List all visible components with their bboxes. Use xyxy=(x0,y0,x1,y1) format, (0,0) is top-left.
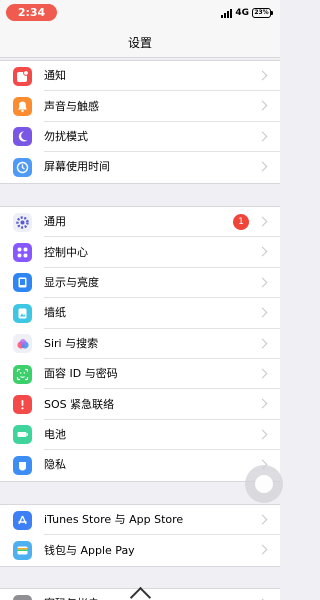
chevron-right-icon xyxy=(257,70,268,81)
app-store-icon xyxy=(13,510,32,530)
page-title: 设置 xyxy=(127,36,152,50)
row-label: iTunes Store 与 App Store xyxy=(44,513,184,527)
row-label: Siri 与搜索 xyxy=(44,336,99,350)
gear-icon xyxy=(13,212,32,232)
chevron-right-icon xyxy=(257,514,268,525)
row-label: 控制中心 xyxy=(44,245,88,259)
settings-row-screen-time[interactable]: 屏幕使用时间 xyxy=(0,152,280,182)
moon-icon xyxy=(13,127,32,147)
chevron-right-icon xyxy=(257,246,268,257)
settings-row-privacy[interactable]: 隐私 xyxy=(0,450,280,480)
row-label: 隐私 xyxy=(44,458,66,472)
row-label: 通用 xyxy=(44,215,66,229)
status-bar: 2:34 4G 23% xyxy=(0,0,280,28)
hourglass-icon xyxy=(13,157,32,177)
battery-icon xyxy=(13,425,32,445)
settings-row-face-id[interactable]: 面容 ID 与密码 xyxy=(0,359,280,390)
row-label: 通知 xyxy=(44,69,66,83)
update-badge: 1 xyxy=(233,214,249,230)
sound-icon xyxy=(13,97,32,117)
chevron-right-icon xyxy=(257,544,268,555)
settings-row-app-store[interactable]: iTunes Store 与 App Store xyxy=(0,505,280,536)
navigation-bar: 设置 xyxy=(0,28,280,58)
notifications-icon xyxy=(13,66,32,86)
hand-icon xyxy=(13,455,32,475)
row-label: 显示与亮度 xyxy=(44,275,99,289)
settings-row-sounds[interactable]: 声音与触感 xyxy=(0,91,280,122)
row-label: 墙纸 xyxy=(44,306,66,320)
row-label: 勿扰模式 xyxy=(44,129,88,143)
assistive-touch-button[interactable] xyxy=(245,465,283,503)
key-icon xyxy=(13,594,32,600)
settings-row-wallpaper[interactable]: 墙纸 xyxy=(0,298,280,329)
row-label: 屏幕使用时间 xyxy=(44,160,110,174)
sos-icon xyxy=(13,395,32,415)
chevron-right-icon xyxy=(257,161,268,172)
chevron-right-icon xyxy=(257,368,268,379)
settings-row-notifications[interactable]: 通知 xyxy=(0,61,280,92)
row-label: 钱包与 Apple Pay xyxy=(44,543,135,557)
display-icon xyxy=(13,273,32,293)
settings-row-wallet[interactable]: 钱包与 Apple Pay xyxy=(0,535,280,565)
chevron-right-icon xyxy=(257,429,268,440)
chevron-right-icon xyxy=(257,131,268,142)
settings-row-sos[interactable]: SOS 紧急联络 xyxy=(0,389,280,420)
status-indicators: 4G 23% xyxy=(221,6,273,20)
settings-row-display[interactable]: 显示与亮度 xyxy=(0,268,280,299)
status-time[interactable]: 2:34 xyxy=(6,4,57,21)
settings-group-alerts: 通知 声音与触感 勿扰模式 屏幕使用时间 xyxy=(0,60,280,184)
chevron-right-icon xyxy=(257,216,268,227)
settings-group-store: iTunes Store 与 App Store 钱包与 Apple Pay xyxy=(0,504,280,567)
row-label: 声音与触感 xyxy=(44,99,99,113)
row-label: 面容 ID 与密码 xyxy=(44,367,118,381)
battery-icon: 23% xyxy=(252,8,273,18)
settings-group-general: 通用 1 控制中心 显示与亮度 墙纸 Siri 与搜索 面容 ID 与密码 SO… xyxy=(0,206,280,482)
control-center-icon xyxy=(13,243,32,263)
chevron-right-icon xyxy=(257,398,268,409)
settings-row-general[interactable]: 通用 1 xyxy=(0,207,280,238)
chevron-right-icon xyxy=(257,338,268,349)
face-id-icon xyxy=(13,364,32,384)
row-label: SOS 紧急联络 xyxy=(44,397,115,411)
signal-icon xyxy=(221,8,233,18)
settings-row-control-center[interactable]: 控制中心 xyxy=(0,237,280,268)
settings-row-battery[interactable]: 电池 xyxy=(0,420,280,451)
settings-row-do-not-disturb[interactable]: 勿扰模式 xyxy=(0,122,280,153)
network-type: 4G xyxy=(235,8,249,18)
settings-row-siri[interactable]: Siri 与搜索 xyxy=(0,329,280,359)
chevron-right-icon xyxy=(257,277,268,288)
chevron-right-icon xyxy=(257,100,268,111)
chevron-right-icon xyxy=(257,307,268,318)
wallet-icon xyxy=(13,541,32,561)
wallpaper-icon xyxy=(13,303,32,323)
siri-icon xyxy=(13,334,32,354)
row-label: 电池 xyxy=(44,427,66,441)
